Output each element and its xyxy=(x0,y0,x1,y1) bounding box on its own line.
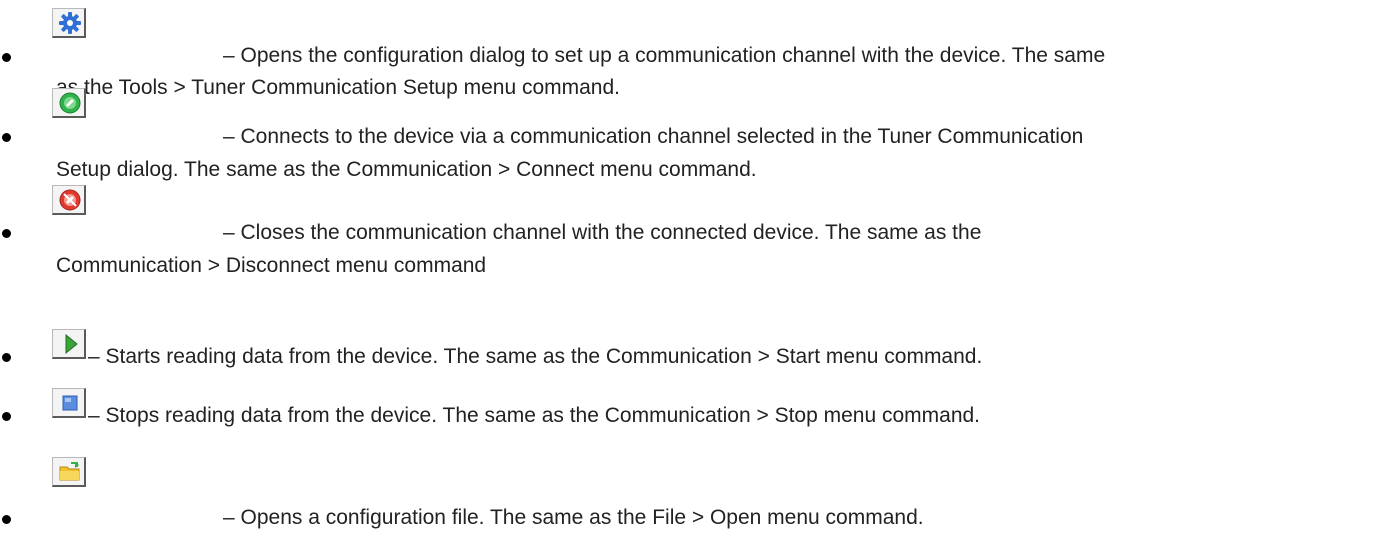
bullet xyxy=(2,53,11,62)
item-text-line2: Setup dialog. The same as the Communicat… xyxy=(56,158,757,181)
list-item: – Connects to the device via a communica… xyxy=(0,88,1373,192)
stop-icon[interactable] xyxy=(52,388,86,418)
item-text-line1: – Opens a configuration file. The same a… xyxy=(223,506,924,529)
bullet xyxy=(2,515,11,524)
list-item: – Opens the configuration dialog to set … xyxy=(0,0,1373,99)
list-item: – Closes the communication channel with … xyxy=(0,185,1373,288)
item-text-line1: – Connects to the device via a communica… xyxy=(223,125,1084,148)
item-text-line1: – Opens the configuration dialog to set … xyxy=(223,44,1106,67)
disconnect-icon[interactable] xyxy=(52,185,86,215)
gear-icon[interactable] xyxy=(52,8,86,38)
list-item: – Stops reading data from the device. Th… xyxy=(0,388,1373,439)
open-folder-icon[interactable] xyxy=(52,457,86,487)
play-icon[interactable] xyxy=(52,329,86,359)
item-text-line1: – Starts reading data from the device. T… xyxy=(88,345,983,368)
item-text-line1: – Stops reading data from the device. Th… xyxy=(88,404,981,427)
bullet xyxy=(2,133,11,142)
list-item: – Starts reading data from the device. T… xyxy=(0,329,1373,380)
list-item: – Opens a configuration file. The same a… xyxy=(0,448,1373,529)
connect-icon[interactable] xyxy=(52,88,86,118)
bullet xyxy=(2,229,11,238)
bullet xyxy=(2,412,11,421)
bullet xyxy=(2,353,11,362)
item-text-line1: – Closes the communication channel with … xyxy=(223,221,982,244)
item-text-line2: Communication > Disconnect menu command xyxy=(56,254,487,277)
